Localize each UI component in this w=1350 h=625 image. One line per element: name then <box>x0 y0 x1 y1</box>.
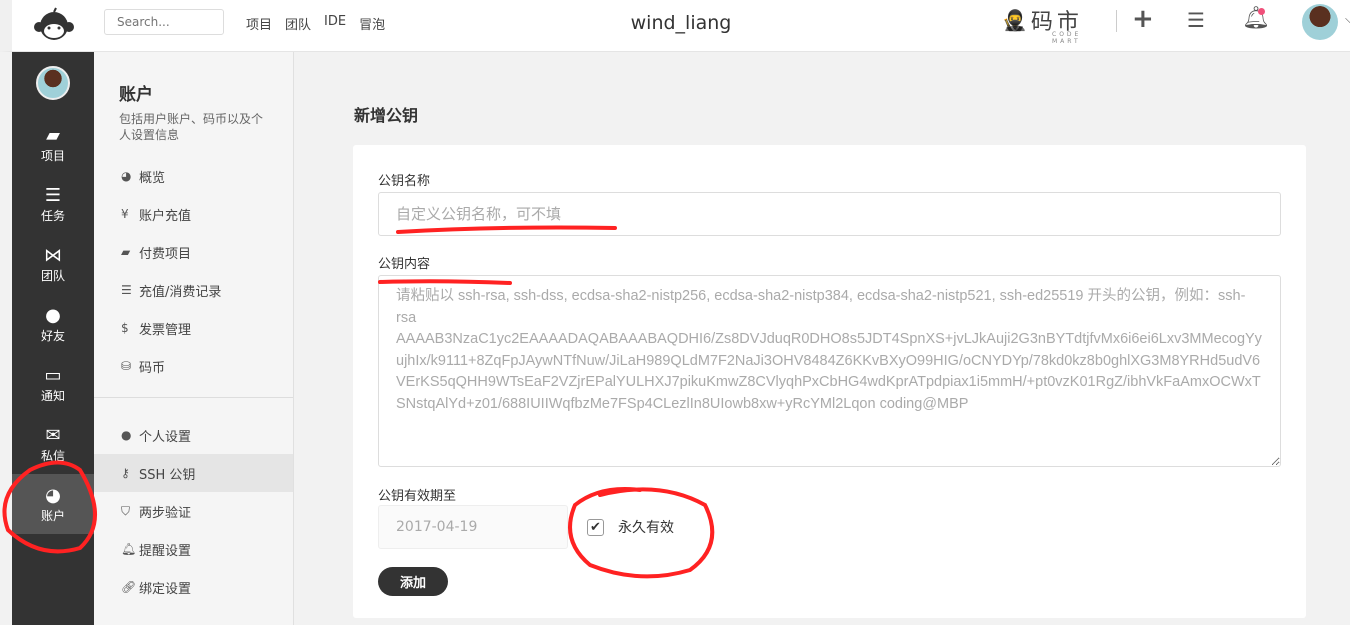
key-content-label: 公钥内容 <box>378 257 431 272</box>
menu-reminders[interactable]: 🔔︎ 提醒设置 <box>94 530 293 568</box>
tasks-icon: ☰ <box>44 184 62 206</box>
menu-records[interactable]: ☰ 充值/消费记录 <box>94 271 293 309</box>
sidebar-item-friends[interactable]: ● 好友 <box>12 294 94 354</box>
expiry-label: 公钥有效期至 <box>378 489 457 504</box>
label: 概览 <box>139 170 166 186</box>
label: 提醒设置 <box>139 543 192 559</box>
account-subnav: 账户 包括用户账户、码币以及个人设置信息 ◕ 概览 ¥ 账户充值 ▰ 付费项目 ☰ 充值… <box>94 52 294 625</box>
label: 好友 <box>40 328 65 343</box>
menu-bindings[interactable]: 🔗︎ 绑定设置 <box>94 568 293 606</box>
sidebar-item-tasks[interactable]: ☰ 任务 <box>12 174 94 234</box>
top-bar: 项目 团队 IDE 冒泡 wind_liang 🥷 码市 CODE MART +… <box>0 0 1350 52</box>
label: 任务 <box>40 208 65 223</box>
shield-icon: ⛉ <box>121 503 131 518</box>
bell-icon: 🔔︎ <box>121 542 137 556</box>
key-icon: ⚷ <box>121 466 130 480</box>
key-name-label: 公钥名称 <box>378 174 431 189</box>
plus-icon[interactable]: + <box>1132 4 1154 34</box>
sidebar-avatar[interactable] <box>36 66 70 100</box>
label: 发票管理 <box>139 322 192 338</box>
label: 付费项目 <box>139 246 192 262</box>
form-title: 新增公钥 <box>354 106 419 125</box>
coins-icon: ⛁ <box>121 359 132 373</box>
label: 团队 <box>40 268 65 283</box>
sidebar-item-messages[interactable]: ✉ 私信 <box>12 414 94 474</box>
user-icon: ● <box>121 428 132 442</box>
checkmark-icon[interactable]: ✔ <box>587 518 604 536</box>
menu-ssh-keys[interactable]: ⚷ SSH 公钥 <box>94 454 293 492</box>
menu-two-factor[interactable]: ⛉ 两步验证 <box>94 492 293 530</box>
menu-paid-projects[interactable]: ▰ 付费项目 <box>94 233 293 271</box>
sidebar-item-account[interactable]: ◕ 账户 <box>12 474 94 534</box>
codemart-link[interactable]: 🥷 码市 CODE MART <box>1002 0 1083 45</box>
menu-invoice[interactable]: $ 发票管理 <box>94 309 293 347</box>
folder-icon: ▰ <box>121 245 131 259</box>
yen-icon: ¥ <box>121 207 129 221</box>
link-icon: 🔗︎ <box>121 580 137 594</box>
label: 通知 <box>40 388 65 403</box>
dashboard-icon: ◕ <box>121 169 132 183</box>
label: 两步验证 <box>139 505 192 521</box>
subnav-description: 包括用户账户、码币以及个人设置信息 <box>119 112 264 142</box>
notification-dot <box>1258 8 1265 15</box>
key-name-input[interactable] <box>378 192 1281 236</box>
bell-icon[interactable]: 🔔︎ <box>1242 6 1270 31</box>
label: 私信 <box>40 448 65 463</box>
mail-icon: ✉ <box>45 424 61 446</box>
list-icon: ☰ <box>121 283 132 297</box>
chevron-down-icon[interactable]: ⌵ <box>1345 12 1350 27</box>
sidebar-item-projects[interactable]: ▰ 项目 <box>12 114 94 174</box>
inbox-icon: ▭ <box>44 364 62 386</box>
divider <box>1116 10 1117 32</box>
subnav-title: 账户 <box>119 85 153 105</box>
add-button[interactable]: 添加 <box>378 567 448 596</box>
menu-personal-settings[interactable]: ● 个人设置 <box>94 416 293 454</box>
sidebar: ▰ 项目 ☰ 任务 ⋈ 团队 ● 好友 ▭ 通知 ✉ 私信 ◕ 账户 <box>12 52 94 625</box>
label: 账户 <box>40 508 65 523</box>
label: 账户充值 <box>139 208 192 224</box>
divider <box>94 397 293 398</box>
label: 绑定设置 <box>139 581 192 597</box>
menu-recharge[interactable]: ¥ 账户充值 <box>94 195 293 233</box>
folder-icon: ▰ <box>46 124 60 146</box>
tasks-icon[interactable]: ☰ <box>1187 8 1205 32</box>
sidebar-item-team[interactable]: ⋈ 团队 <box>12 234 94 294</box>
brand-subtext: CODE MART <box>1052 31 1082 45</box>
expiry-date-input[interactable] <box>378 505 568 549</box>
permanent-label: 永久有效 <box>618 520 674 536</box>
team-icon: ⋈ <box>44 244 62 266</box>
label: SSH 公钥 <box>139 467 196 483</box>
label: 充值/消费记录 <box>139 284 222 300</box>
key-content-textarea[interactable] <box>378 275 1281 467</box>
label: 码币 <box>139 360 166 376</box>
sidebar-item-notifications[interactable]: ▭ 通知 <box>12 354 94 414</box>
ninja-icon: 🥷 <box>1002 8 1027 32</box>
menu-overview[interactable]: ◕ 概览 <box>94 157 293 195</box>
dollar-icon: $ <box>121 321 129 335</box>
permanent-checkbox[interactable]: ✔ 永久有效 <box>587 517 674 537</box>
label: 项目 <box>40 148 65 163</box>
user-icon: ● <box>45 304 61 326</box>
user-avatar[interactable] <box>1302 4 1338 40</box>
dashboard-icon: ◕ <box>45 484 61 506</box>
add-key-form: 公钥名称 公钥内容 公钥有效期至 ✔ 永久有效 添加 <box>353 145 1306 618</box>
menu-coins[interactable]: ⛁ 码币 <box>94 347 293 385</box>
label: 个人设置 <box>139 429 192 445</box>
